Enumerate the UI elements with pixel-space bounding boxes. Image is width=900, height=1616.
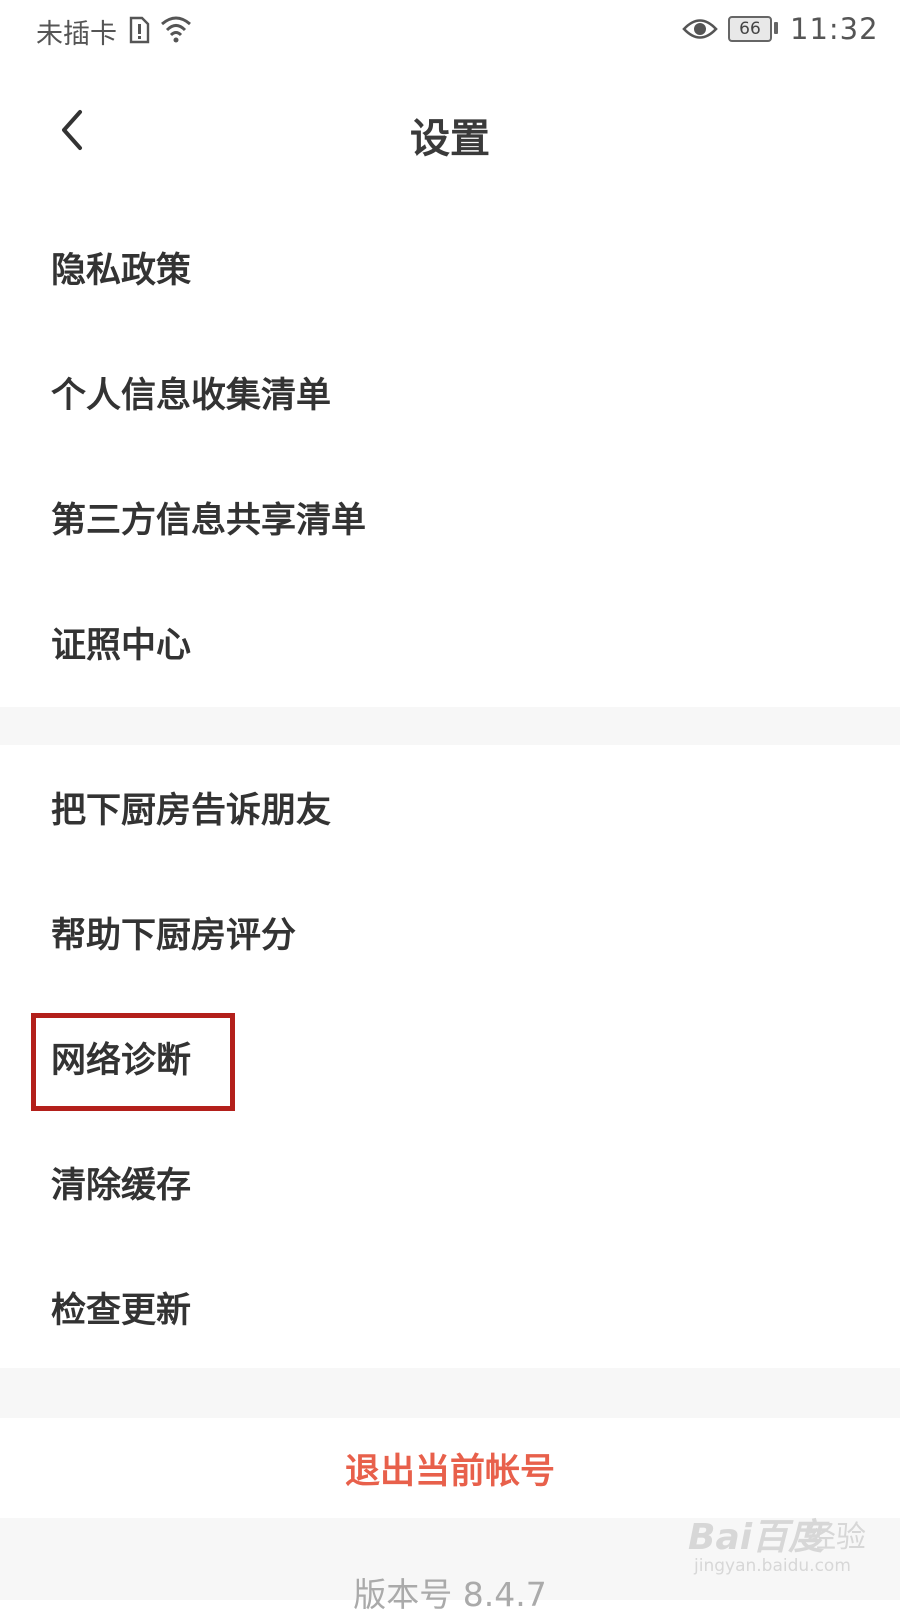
- settings-section-app: 把下厨房告诉朋友 帮助下厨房评分 网络诊断 清除缓存 检查更新: [0, 745, 900, 1370]
- clock-time: 11:32: [790, 12, 879, 46]
- menu-item-clear-cache[interactable]: 清除缓存: [0, 1120, 900, 1245]
- menu-item-license-center[interactable]: 证照中心: [0, 580, 900, 705]
- page-title: 设置: [410, 116, 490, 162]
- menu-item-privacy-policy[interactable]: 隐私政策: [0, 205, 900, 330]
- menu-item-share-app[interactable]: 把下厨房告诉朋友: [0, 745, 900, 870]
- menu-item-rate-app[interactable]: 帮助下厨房评分: [0, 870, 900, 995]
- baidu-jingyan-watermark: Bai百度 经验 jingyan.baidu.com: [688, 1500, 888, 1590]
- carrier-label: 未插卡: [36, 19, 117, 50]
- watermark-name: 经验: [806, 1520, 866, 1555]
- section-divider: [0, 1368, 900, 1418]
- section-divider: [0, 707, 900, 745]
- eye-icon: [682, 16, 718, 46]
- menu-item-personal-info-list[interactable]: 个人信息收集清单: [0, 330, 900, 455]
- battery-icon: 66: [728, 16, 772, 42]
- watermark-url: jingyan.baidu.com: [694, 1556, 851, 1576]
- nav-bar: 设置: [0, 80, 900, 180]
- menu-item-check-update[interactable]: 检查更新: [0, 1245, 900, 1370]
- wifi-icon: [160, 14, 192, 48]
- sim-alert-icon: [128, 16, 150, 48]
- status-bar: 未插卡 66 11:32: [0, 0, 900, 62]
- battery-nub: [774, 22, 778, 34]
- watermark-logo: Bai百度: [688, 1517, 825, 1558]
- menu-item-third-party-sharing[interactable]: 第三方信息共享清单: [0, 455, 900, 580]
- settings-section-legal: 隐私政策 个人信息收集清单 第三方信息共享清单 证照中心: [0, 205, 900, 705]
- menu-item-network-diagnosis[interactable]: 网络诊断: [0, 995, 900, 1120]
